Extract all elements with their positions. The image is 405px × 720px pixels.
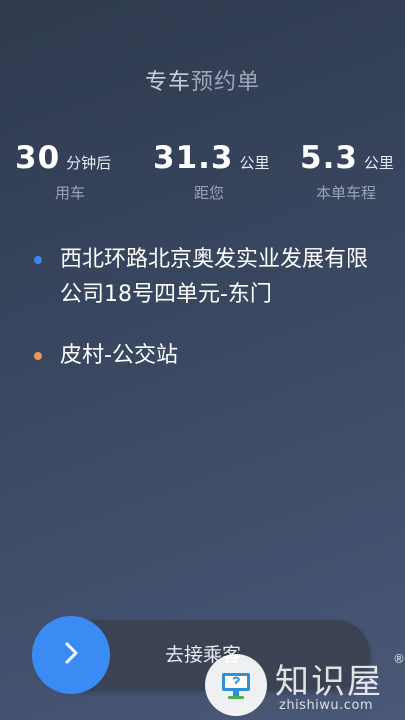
stat-distance-to-you: 31.3 公里 距您 <box>153 140 270 203</box>
stat-unit: 分钟后 <box>66 154 112 172</box>
watermark-cn: 知识屋 <box>275 662 383 702</box>
stat-pickup-time: 30 分钟后 用车 <box>15 140 125 203</box>
stat-label: 用车 <box>54 184 85 202</box>
watermark-reg: ® <box>393 652 405 666</box>
dropoff-dot-icon <box>34 352 42 360</box>
title-main: 专车 <box>144 70 191 95</box>
watermark: 知识屋 ® zhishiwu.com <box>205 652 405 720</box>
slider-handle[interactable] <box>32 616 110 694</box>
chevron-right-icon <box>56 638 86 672</box>
stat-unit: 公里 <box>239 154 270 172</box>
pickup-address[interactable]: 西北环路北京奥发实业发展有限公司18号四单元-东门 <box>34 242 379 312</box>
stat-value: 31.3 <box>153 140 234 176</box>
stat-trip-distance: 5.3 公里 本单车程 <box>300 140 394 203</box>
watermark-logo-icon <box>205 654 267 716</box>
dropoff-address[interactable]: 皮村-公交站 <box>34 338 379 373</box>
stat-label: 距您 <box>193 184 224 202</box>
pickup-address-text: 西北环路北京奥发实业发展有限公司18号四单元-东门 <box>60 247 369 307</box>
watermark-en: zhishiwu.com <box>279 698 374 713</box>
stat-label: 本单车程 <box>315 184 376 202</box>
trip-stats: 30 分钟后 用车 31.3 公里 距您 5.3 公里 本单车程 <box>0 140 405 210</box>
stat-value: 30 <box>15 140 61 176</box>
title-rest: 预约单 <box>191 70 261 95</box>
page-title: 专车预约单 <box>0 64 405 96</box>
stat-unit: 公里 <box>363 154 394 172</box>
stat-value: 5.3 <box>300 140 358 176</box>
pickup-dot-icon <box>34 256 42 264</box>
dropoff-address-text: 皮村-公交站 <box>60 343 178 368</box>
